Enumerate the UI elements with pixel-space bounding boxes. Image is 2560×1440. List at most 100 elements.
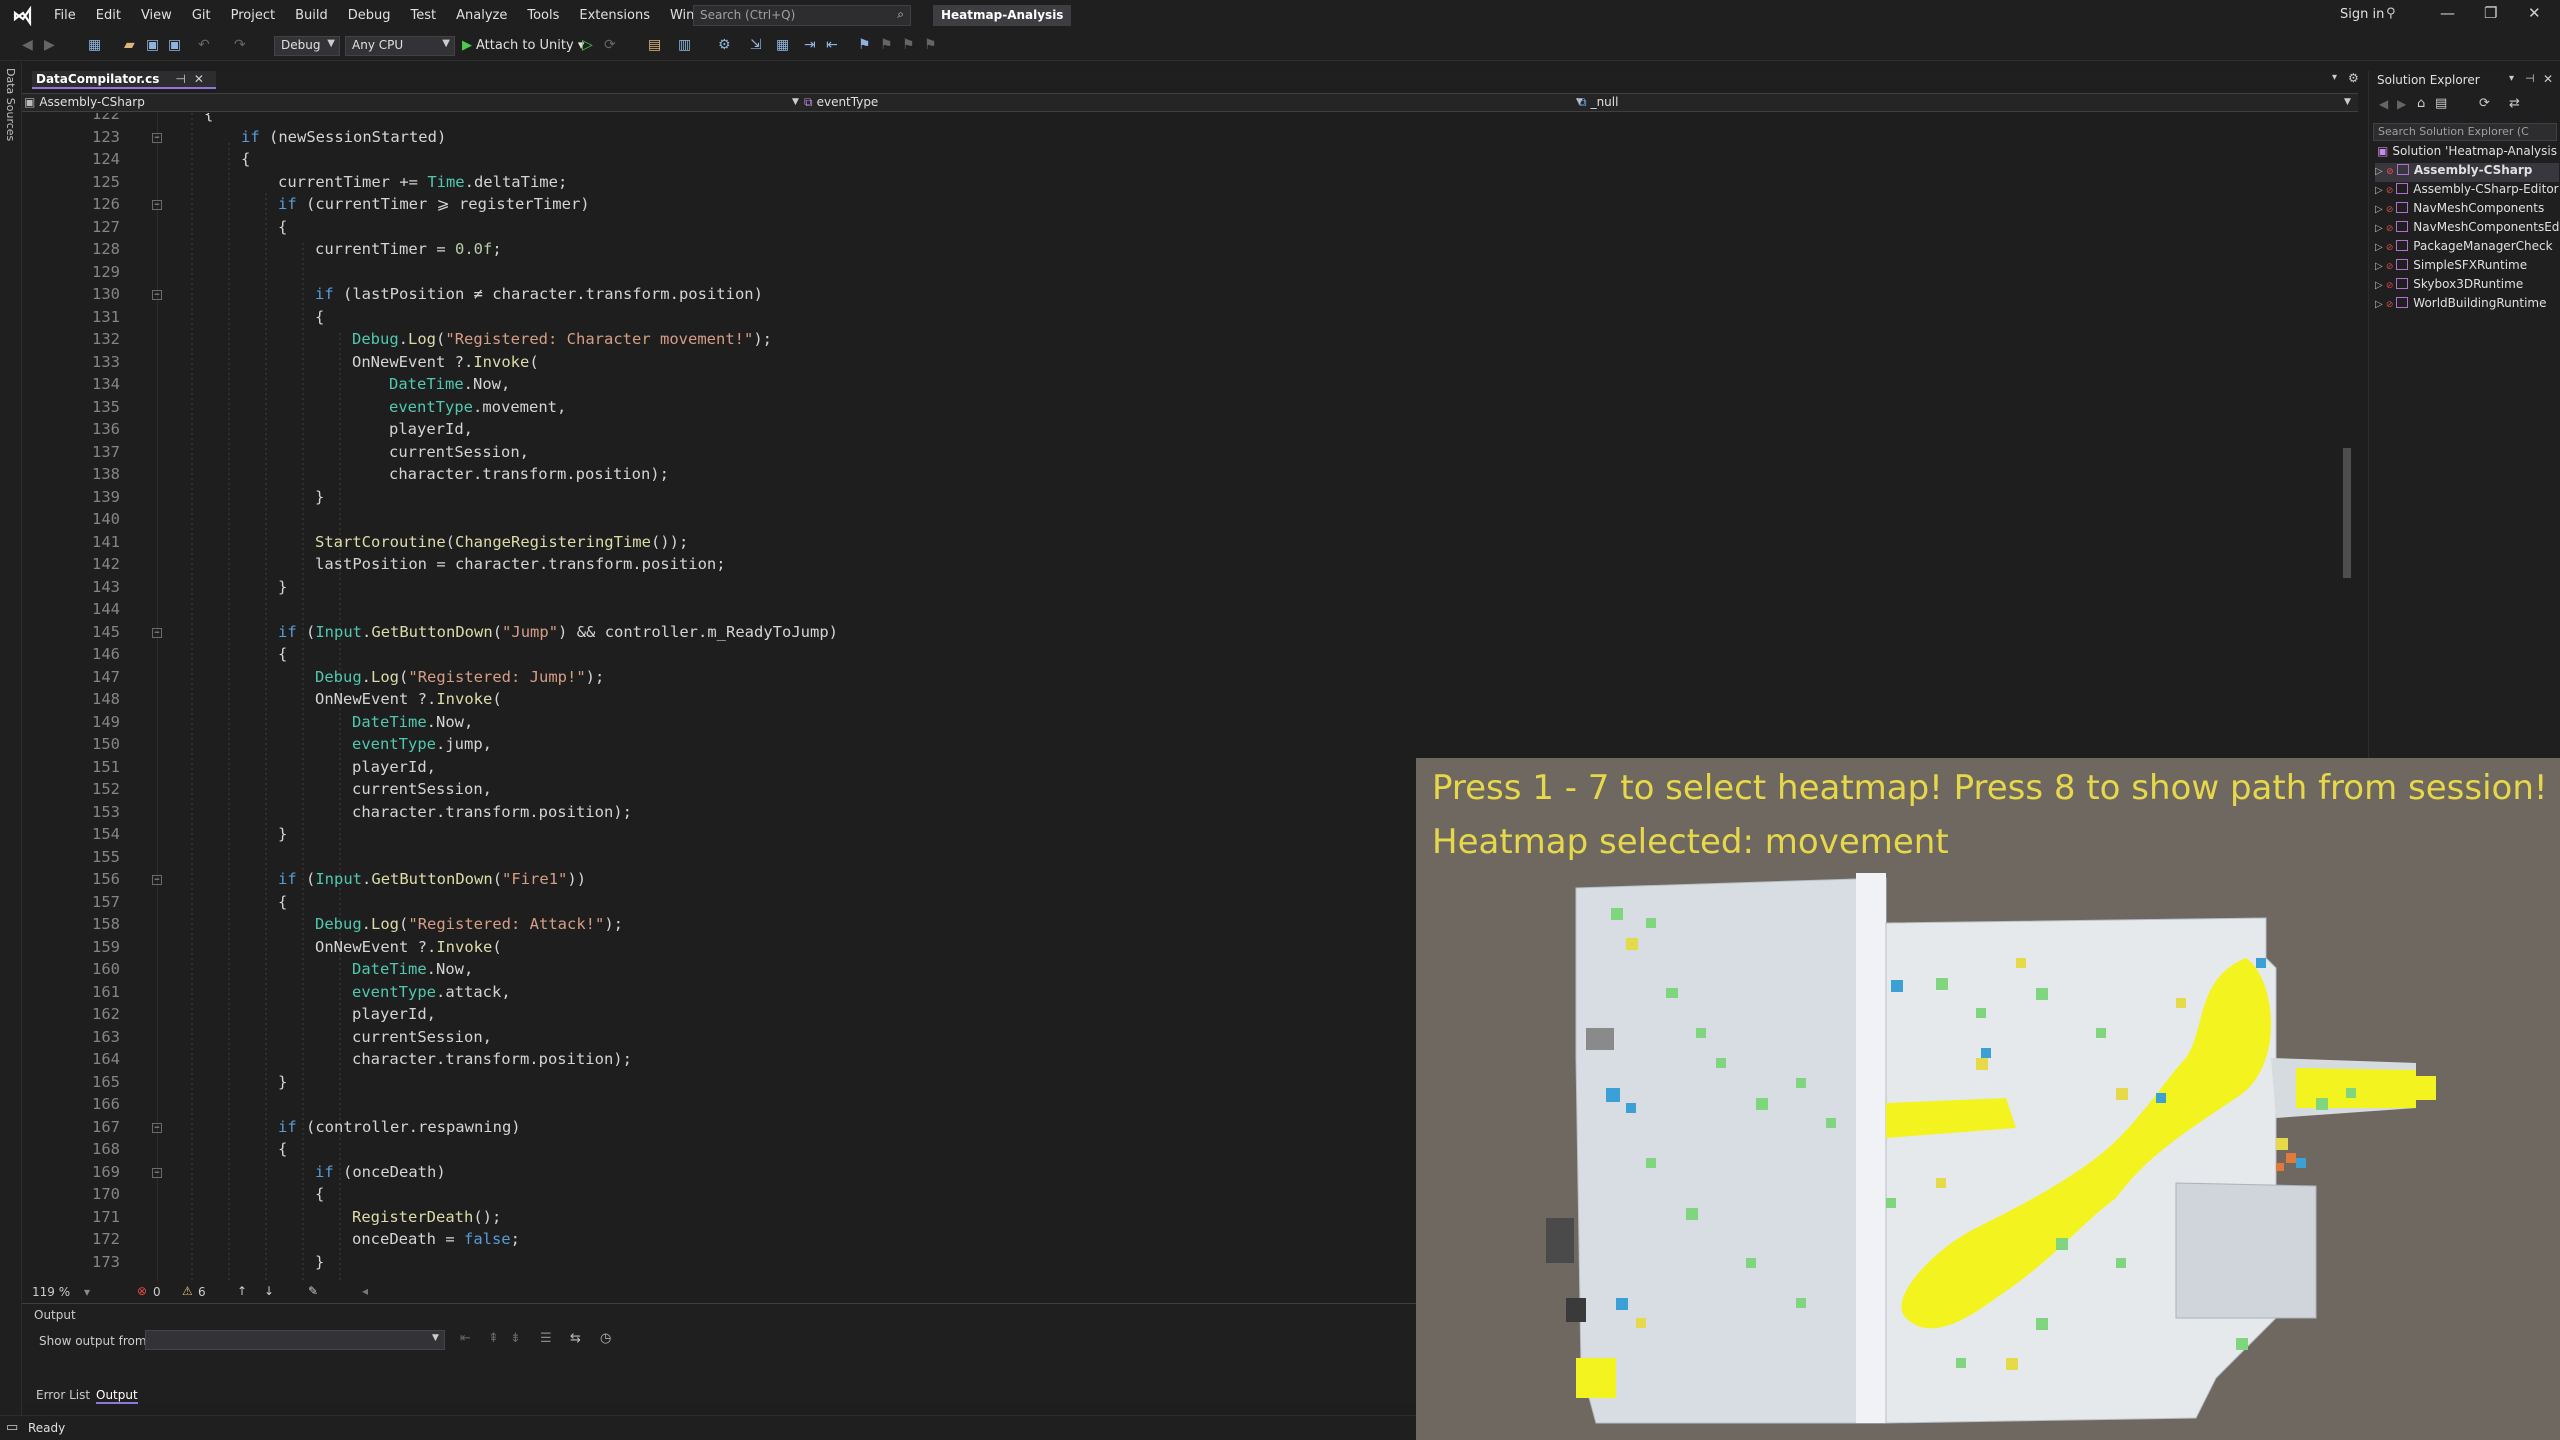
settings-icon[interactable]: ⚙	[2348, 71, 2359, 85]
code-line[interactable]: 122 {	[22, 113, 2322, 128]
code-line[interactable]: 149 DateTime.Now,	[22, 713, 2322, 736]
project-node[interactable]: ▷ ⊘ Assembly-CSharp	[2375, 163, 2559, 182]
collapse-region-icon[interactable]: −	[152, 132, 162, 143]
search-input[interactable]: Search (Ctrl+Q) ⌕	[693, 5, 911, 26]
code-line[interactable]: 128 currentTimer = 0.0f;	[22, 240, 2322, 263]
code-line[interactable]: 135 eventType.movement,	[22, 398, 2322, 421]
code-line[interactable]: 124 {	[22, 150, 2322, 173]
word-wrap-icon[interactable]: ⇆	[570, 1331, 581, 1346]
pin-icon[interactable]: ⊣	[2525, 72, 2535, 85]
expand-icon[interactable]: ▷	[2375, 261, 2386, 272]
menu-view[interactable]: View	[131, 0, 182, 31]
code-line[interactable]: 138 character.transform.position);	[22, 465, 2322, 488]
code-line[interactable]: 136 playerId,	[22, 420, 2322, 443]
code-line[interactable]: 126 − if (currentTimer ⩾ registerTimer)	[22, 195, 2322, 218]
collapse-region-icon[interactable]: −	[152, 290, 162, 300]
code-line[interactable]: 143}	[22, 578, 2322, 601]
minimize-icon[interactable]: —	[2440, 4, 2455, 22]
close-icon[interactable]: ✕	[2543, 72, 2553, 86]
arrow-down-icon[interactable]: ↓	[264, 1284, 274, 1298]
code-line[interactable]: 145 − if (Input.GetButtonDown("Jump") && c…	[22, 623, 2322, 646]
home-icon[interactable]: ⌂	[2417, 96, 2425, 111]
menu-project[interactable]: Project	[221, 0, 285, 31]
prev-bookmark-icon[interactable]: ⚑	[880, 37, 893, 53]
switch-views-icon[interactable]: ▤	[2435, 96, 2447, 111]
member-dropdown[interactable]: ⧉ _null ▼	[1578, 95, 2354, 110]
configuration-select[interactable]: Debug ▼	[274, 36, 340, 56]
output-source-select[interactable]: ▼	[145, 1330, 445, 1350]
collapse-region-icon[interactable]: −	[152, 1122, 162, 1133]
menu-tools[interactable]: Tools	[517, 0, 569, 31]
save-all-icon[interactable]: ▣	[168, 37, 181, 53]
back-icon[interactable]: ◀	[22, 37, 33, 53]
collapse-region-icon[interactable]: −	[152, 1167, 162, 1178]
collapse-region-icon[interactable]: −	[152, 627, 162, 638]
attach-to-unity-button[interactable]: ▶ Attach to Unity ▾	[462, 38, 584, 53]
start-without-debugging-icon[interactable]: ▷	[582, 37, 593, 53]
outdent-icon[interactable]: ⇤	[826, 37, 838, 53]
open-folder-icon[interactable]: ▰	[124, 37, 135, 53]
code-line[interactable]: 141 StartCoroutine(ChangeRegisteringTime(…	[22, 533, 2322, 556]
warning-count[interactable]: 6	[198, 1285, 206, 1299]
tab-datacompilator[interactable]: DataCompilator.cs ⊣ ✕	[32, 71, 216, 89]
clock-icon[interactable]: ◷	[600, 1331, 611, 1346]
code-line[interactable]: 134 DateTime.Now,	[22, 375, 2322, 398]
expand-icon[interactable]: ▷	[2375, 242, 2386, 253]
code-line[interactable]: 147 Debug.Log("Registered: Jump!");	[22, 668, 2322, 691]
code-line[interactable]: 140	[22, 510, 2322, 533]
expand-icon[interactable]: ▷	[2375, 166, 2386, 177]
collapse-region-icon[interactable]: −	[152, 875, 162, 885]
code-line[interactable]: 139}	[22, 488, 2322, 511]
redo-icon[interactable]: ↷	[234, 37, 246, 53]
new-project-icon[interactable]: ▦	[88, 37, 101, 53]
code-line[interactable]: 142 lastPosition = character.transform.po…	[22, 555, 2322, 578]
tab-error-list[interactable]: Error List	[36, 1388, 90, 1402]
code-line[interactable]: 127 {	[22, 218, 2322, 241]
project-node[interactable]: ▷ ⊘ NavMeshComponents	[2375, 201, 2559, 220]
project-node[interactable]: ▷ ⊘ Skybox3DRuntime	[2375, 277, 2559, 296]
close-tab-icon[interactable]: ✕	[194, 72, 204, 86]
project-node[interactable]: ▷ ⊘ WorldBuildingRuntime	[2375, 296, 2559, 315]
expand-icon[interactable]: ▷	[2375, 223, 2386, 234]
sign-in-link[interactable]: Sign in	[2340, 7, 2384, 22]
menu-build[interactable]: Build	[285, 0, 338, 31]
code-line[interactable]: 133 OnNewEvent ?.Invoke(	[22, 353, 2322, 376]
arrow-up-icon[interactable]: ↑	[237, 1284, 247, 1298]
code-line[interactable]: 131 {	[22, 308, 2322, 331]
type-dropdown[interactable]: ⧉ eventType ▼	[804, 95, 1584, 110]
pin-icon[interactable]: ⊣	[175, 72, 185, 86]
project-dropdown[interactable]: ▣ Assembly-CSharp ▼	[24, 95, 800, 109]
indent-icon[interactable]: ⇥	[804, 37, 816, 53]
scrollbar-thumb[interactable]	[2343, 448, 2351, 578]
undo-icon[interactable]: ↶	[198, 37, 210, 53]
chevron-down-icon[interactable]: ▾	[84, 1285, 90, 1299]
code-line[interactable]: 130 − if (lastPosition ≠ character.transfo…	[22, 285, 2322, 308]
close-icon[interactable]: ✕	[2528, 4, 2541, 22]
unity-game-view[interactable]: Press 1 - 7 to select heatmap! Press 8 t…	[1416, 758, 2560, 1440]
account-icon[interactable]: ⚲	[2386, 6, 2396, 21]
code-line[interactable]: 150 eventType.jump,	[22, 735, 2322, 758]
find-message-icon[interactable]: ⇤	[460, 1331, 471, 1346]
forward-icon[interactable]: ▶	[2397, 97, 2406, 111]
layout-icon[interactable]: ▥	[678, 37, 691, 53]
forward-icon[interactable]: ▶	[44, 37, 55, 53]
next-bookmark-icon[interactable]: ⚑	[902, 37, 915, 53]
expand-icon[interactable]: ▷	[2375, 185, 2386, 196]
step-icon[interactable]: ⇲	[750, 37, 762, 53]
settings-icon[interactable]: ⚙	[718, 37, 731, 53]
menu-debug[interactable]: Debug	[338, 0, 401, 31]
code-line[interactable]: 129	[22, 263, 2322, 286]
zoom-level[interactable]: 119 %	[32, 1285, 70, 1299]
menu-file[interactable]: File	[44, 0, 86, 31]
platform-select[interactable]: Any CPU ▼	[345, 36, 455, 56]
visual-studio-logo-icon[interactable]	[12, 5, 34, 27]
code-line[interactable]: 132 Debug.Log("Registered: Character move…	[22, 330, 2322, 353]
code-line[interactable]: 137 currentSession,	[22, 443, 2322, 466]
collapse-region-icon[interactable]: −	[152, 200, 162, 210]
browse-icon[interactable]: ▤	[648, 37, 661, 53]
collapse-all-icon[interactable]: ⇄	[2509, 96, 2520, 111]
project-node[interactable]: ▷ ⊘ PackageManagerCheck	[2375, 239, 2559, 258]
bookmark-icon[interactable]: ⚑	[858, 37, 871, 53]
tab-output[interactable]: Output	[96, 1388, 138, 1404]
code-line[interactable]: 146 {	[22, 645, 2322, 668]
